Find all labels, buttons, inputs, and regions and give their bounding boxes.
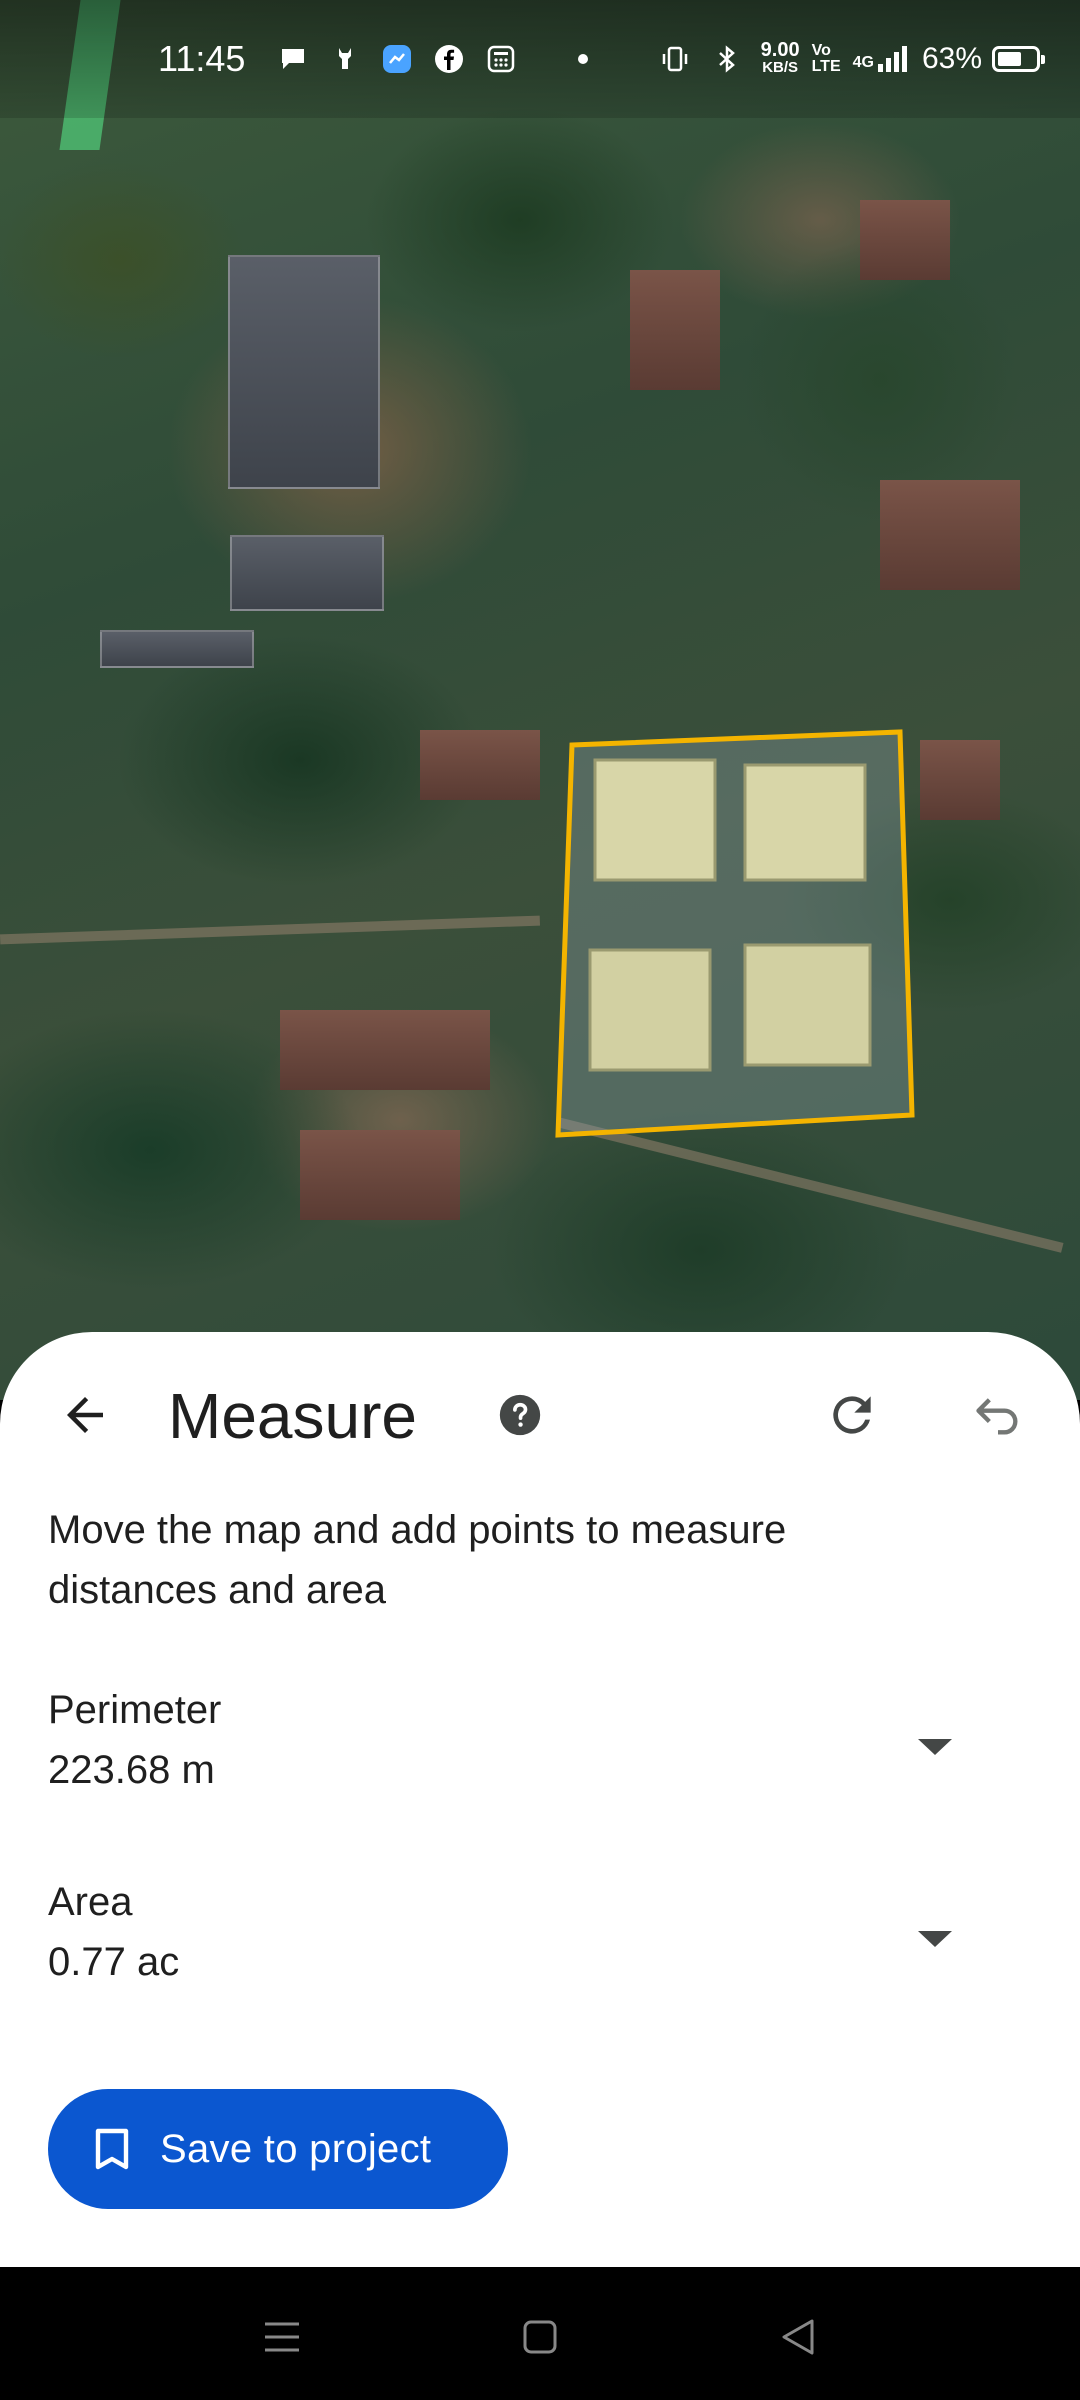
undo-button[interactable] <box>958 1375 1038 1455</box>
help-button[interactable] <box>480 1375 560 1455</box>
signal-strength: 4G <box>853 46 910 72</box>
status-bar: 11:45 9.00 KB/S Vo LTE 4G 63% <box>0 0 1080 118</box>
perimeter-value: 223.68 m <box>48 1748 215 1792</box>
redo-button[interactable] <box>812 1375 892 1455</box>
nav-back-button[interactable] <box>758 2297 838 2377</box>
sheet-header: Measure <box>0 1332 1080 1502</box>
calculator-icon <box>483 41 519 77</box>
facebook-icon <box>431 41 467 77</box>
area-row[interactable]: Area 0.77 ac <box>0 1874 1080 2004</box>
chat-bubble-icon <box>275 41 311 77</box>
help-icon <box>499 1394 541 1436</box>
area-unit-dropdown[interactable] <box>900 1904 970 1974</box>
network-speed-value: 9.00 <box>760 39 800 61</box>
area-label: Area <box>48 1880 133 1924</box>
battery-percent: 63% <box>921 42 982 75</box>
dot-icon <box>565 41 601 77</box>
dropdown-arrow-icon <box>918 1931 952 1947</box>
perimeter-label: Perimeter <box>48 1688 222 1732</box>
arrow-back-icon <box>67 1397 103 1433</box>
bluetooth-icon <box>709 41 745 77</box>
save-button-label: Save to project <box>160 2126 432 2171</box>
redo-icon <box>833 1396 871 1434</box>
bookmark-icon <box>95 2128 129 2170</box>
measure-polygon <box>555 729 915 1138</box>
volte-indicator: Vo LTE <box>812 43 841 75</box>
undo-icon <box>976 1398 1018 1435</box>
nav-home-button[interactable] <box>500 2297 580 2377</box>
signal-bars-icon <box>877 46 910 72</box>
perimeter-row[interactable]: Perimeter 223.68 m <box>0 1682 1080 1812</box>
back-button[interactable] <box>45 1375 125 1455</box>
network-speed-unit: KB/S <box>762 59 799 76</box>
perimeter-unit-dropdown[interactable] <box>900 1712 970 1782</box>
notification-app-icon <box>327 41 363 77</box>
status-right-group: 9.00 KB/S Vo LTE 4G 63% <box>657 39 1045 77</box>
instructions-text: Move the map and add points to measure d… <box>48 1508 787 1612</box>
system-nav-bar <box>0 2267 1080 2400</box>
battery-fill <box>998 52 1021 66</box>
volte-bottom: LTE <box>811 58 841 75</box>
network-type: 4G <box>852 54 874 71</box>
page-title: Measure <box>168 1380 417 1452</box>
messenger-app-icon <box>379 41 415 77</box>
satellite-map[interactable] <box>0 0 1080 1400</box>
dropdown-arrow-icon <box>918 1739 952 1755</box>
battery-icon <box>992 46 1045 72</box>
area-value: 0.77 ac <box>48 1940 180 1984</box>
volte-top: Vo <box>811 42 831 59</box>
back-triangle-icon <box>782 2319 814 2355</box>
save-to-project-button[interactable]: Save to project <box>48 2089 508 2209</box>
nav-recents-button[interactable] <box>242 2297 322 2377</box>
vibrate-icon <box>657 41 693 77</box>
menu-icon <box>265 2322 299 2352</box>
home-square-icon <box>523 2320 557 2354</box>
status-time: 11:45 <box>158 38 246 79</box>
measure-screen: 11:45 9.00 KB/S Vo LTE 4G 63% Measure Mo… <box>0 0 1080 2400</box>
network-speed: 9.00 KB/S <box>760 39 800 77</box>
measure-bottom-sheet: Measure Move the map and add points to m… <box>0 1332 1080 2267</box>
